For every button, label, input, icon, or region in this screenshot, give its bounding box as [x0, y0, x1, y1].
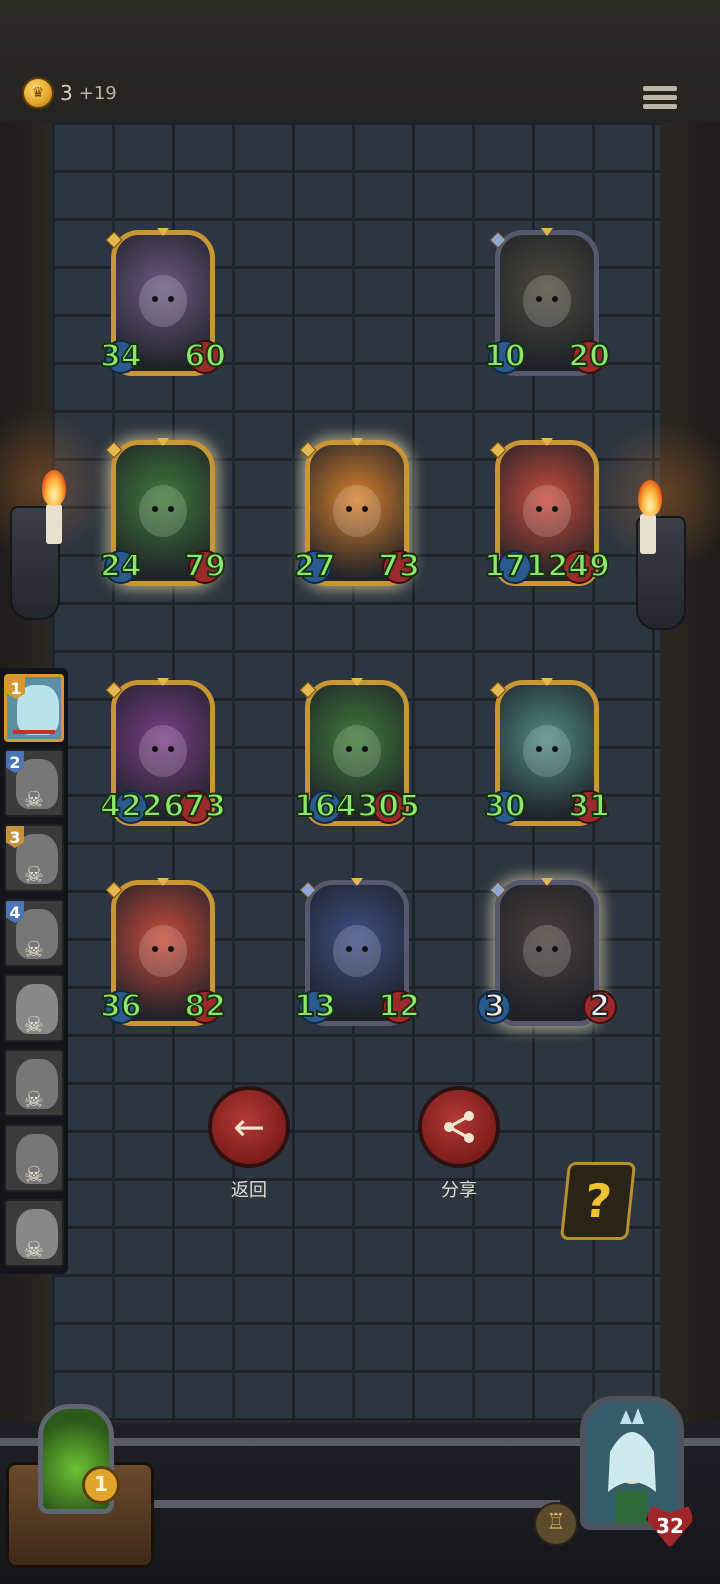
attack-stat: 30: [483, 789, 527, 825]
minion-card-tomato-demon[interactable]: 36 82: [99, 878, 227, 1030]
skull-icon: ☠: [24, 938, 44, 963]
gold-value: 3: [60, 81, 73, 105]
party-slot[interactable]: 3 ☠: [4, 824, 64, 892]
minion-card-pumpkin-head[interactable]: 27 73: [293, 438, 421, 590]
right-torch: [590, 420, 720, 630]
minion-card-leaf-girl[interactable]: 24 79: [99, 438, 227, 590]
health-stat: 305: [356, 789, 421, 825]
skull-icon: ☠: [24, 1088, 44, 1113]
arrow-left-icon: ←: [208, 1086, 290, 1168]
attack-stat: 3: [477, 989, 512, 1025]
minion-card-elf-sorceress[interactable]: 13 12: [293, 878, 421, 1030]
health-stat: 12: [377, 989, 421, 1025]
right-wall: [660, 122, 720, 1422]
health-bar: [13, 730, 55, 734]
skull-icon: ☠: [24, 1013, 44, 1038]
flame-icon: [638, 480, 662, 516]
gold-income: +19: [78, 82, 117, 104]
minion-card-rabbit-masked[interactable]: 32: [477, 878, 617, 1030]
attack-stat: 422: [99, 789, 164, 825]
party-slot[interactable]: 2 ☠: [4, 749, 64, 817]
potion-level: 1: [82, 1466, 120, 1504]
knight-helmet-icon[interactable]: ♖: [534, 1502, 578, 1546]
minion-card-goblin-ghost[interactable]: 30 31: [483, 678, 611, 830]
minion-card-mushroom-creature[interactable]: 34 60: [99, 228, 227, 380]
share-label: 分享: [441, 1180, 477, 1201]
back-label: 返回: [231, 1180, 267, 1201]
top-bar: ♛ 3 +19: [0, 0, 720, 124]
health-stat: 673: [162, 789, 227, 825]
health-stat: 82: [183, 989, 227, 1025]
party-slot[interactable]: ☠: [4, 1049, 64, 1117]
minion-card-witch-hat-elder[interactable]: 10 20: [483, 228, 611, 380]
skull-icon: ☠: [24, 788, 44, 813]
back-button[interactable]: ← 返回: [204, 1086, 294, 1206]
share-icon: [418, 1086, 500, 1168]
crown-coin-icon: ♛: [22, 77, 54, 109]
gold-counter: ♛ 3 +19: [22, 77, 117, 109]
attack-stat: 171: [483, 549, 548, 585]
skull-icon: ☠: [24, 1238, 44, 1263]
health-stat: 20: [567, 339, 611, 375]
skull-icon: ☠: [24, 1163, 44, 1188]
attack-stat: 36: [99, 989, 143, 1025]
health-stat: 2: [582, 989, 617, 1025]
flame-icon: [42, 470, 66, 506]
health-stat: 31: [567, 789, 611, 825]
party-slot[interactable]: 1: [4, 674, 64, 742]
party-slot[interactable]: ☠: [4, 1124, 64, 1192]
attack-stat: 27: [293, 549, 337, 585]
health-stat: 60: [183, 339, 227, 375]
attack-stat: 10: [483, 339, 527, 375]
party-slot[interactable]: ☠: [4, 1199, 64, 1267]
health-stat: 249: [546, 549, 611, 585]
attack-stat: 34: [99, 339, 143, 375]
party-slot[interactable]: 4 ☠: [4, 899, 64, 967]
attack-stat: 164: [293, 789, 358, 825]
hamburger-menu-icon[interactable]: [643, 82, 677, 114]
attack-stat: 13: [293, 989, 337, 1025]
left-torch: [0, 410, 114, 620]
health-stat: 73: [377, 549, 421, 585]
share-button[interactable]: 分享: [414, 1086, 504, 1206]
health-stat: 79: [183, 549, 227, 585]
party-slot[interactable]: ☠: [4, 974, 64, 1042]
party-column: 1 2 ☠ 3 ☠ 4 ☠ ☠ ☠ ☠ ☠: [0, 668, 68, 1274]
attack-stat: 24: [99, 549, 143, 585]
minion-card-tomato-demon[interactable]: 171 249: [483, 438, 611, 590]
fairy-queen-portrait[interactable]: [580, 1396, 684, 1530]
question-mark-icon[interactable]: ?: [559, 1162, 637, 1240]
pipe-decoration: [140, 1500, 560, 1508]
minion-card-leaf-girl[interactable]: 164 305: [293, 678, 421, 830]
minion-card-bramble-tree[interactable]: 422 673: [99, 678, 227, 830]
skull-icon: ☠: [24, 863, 44, 888]
